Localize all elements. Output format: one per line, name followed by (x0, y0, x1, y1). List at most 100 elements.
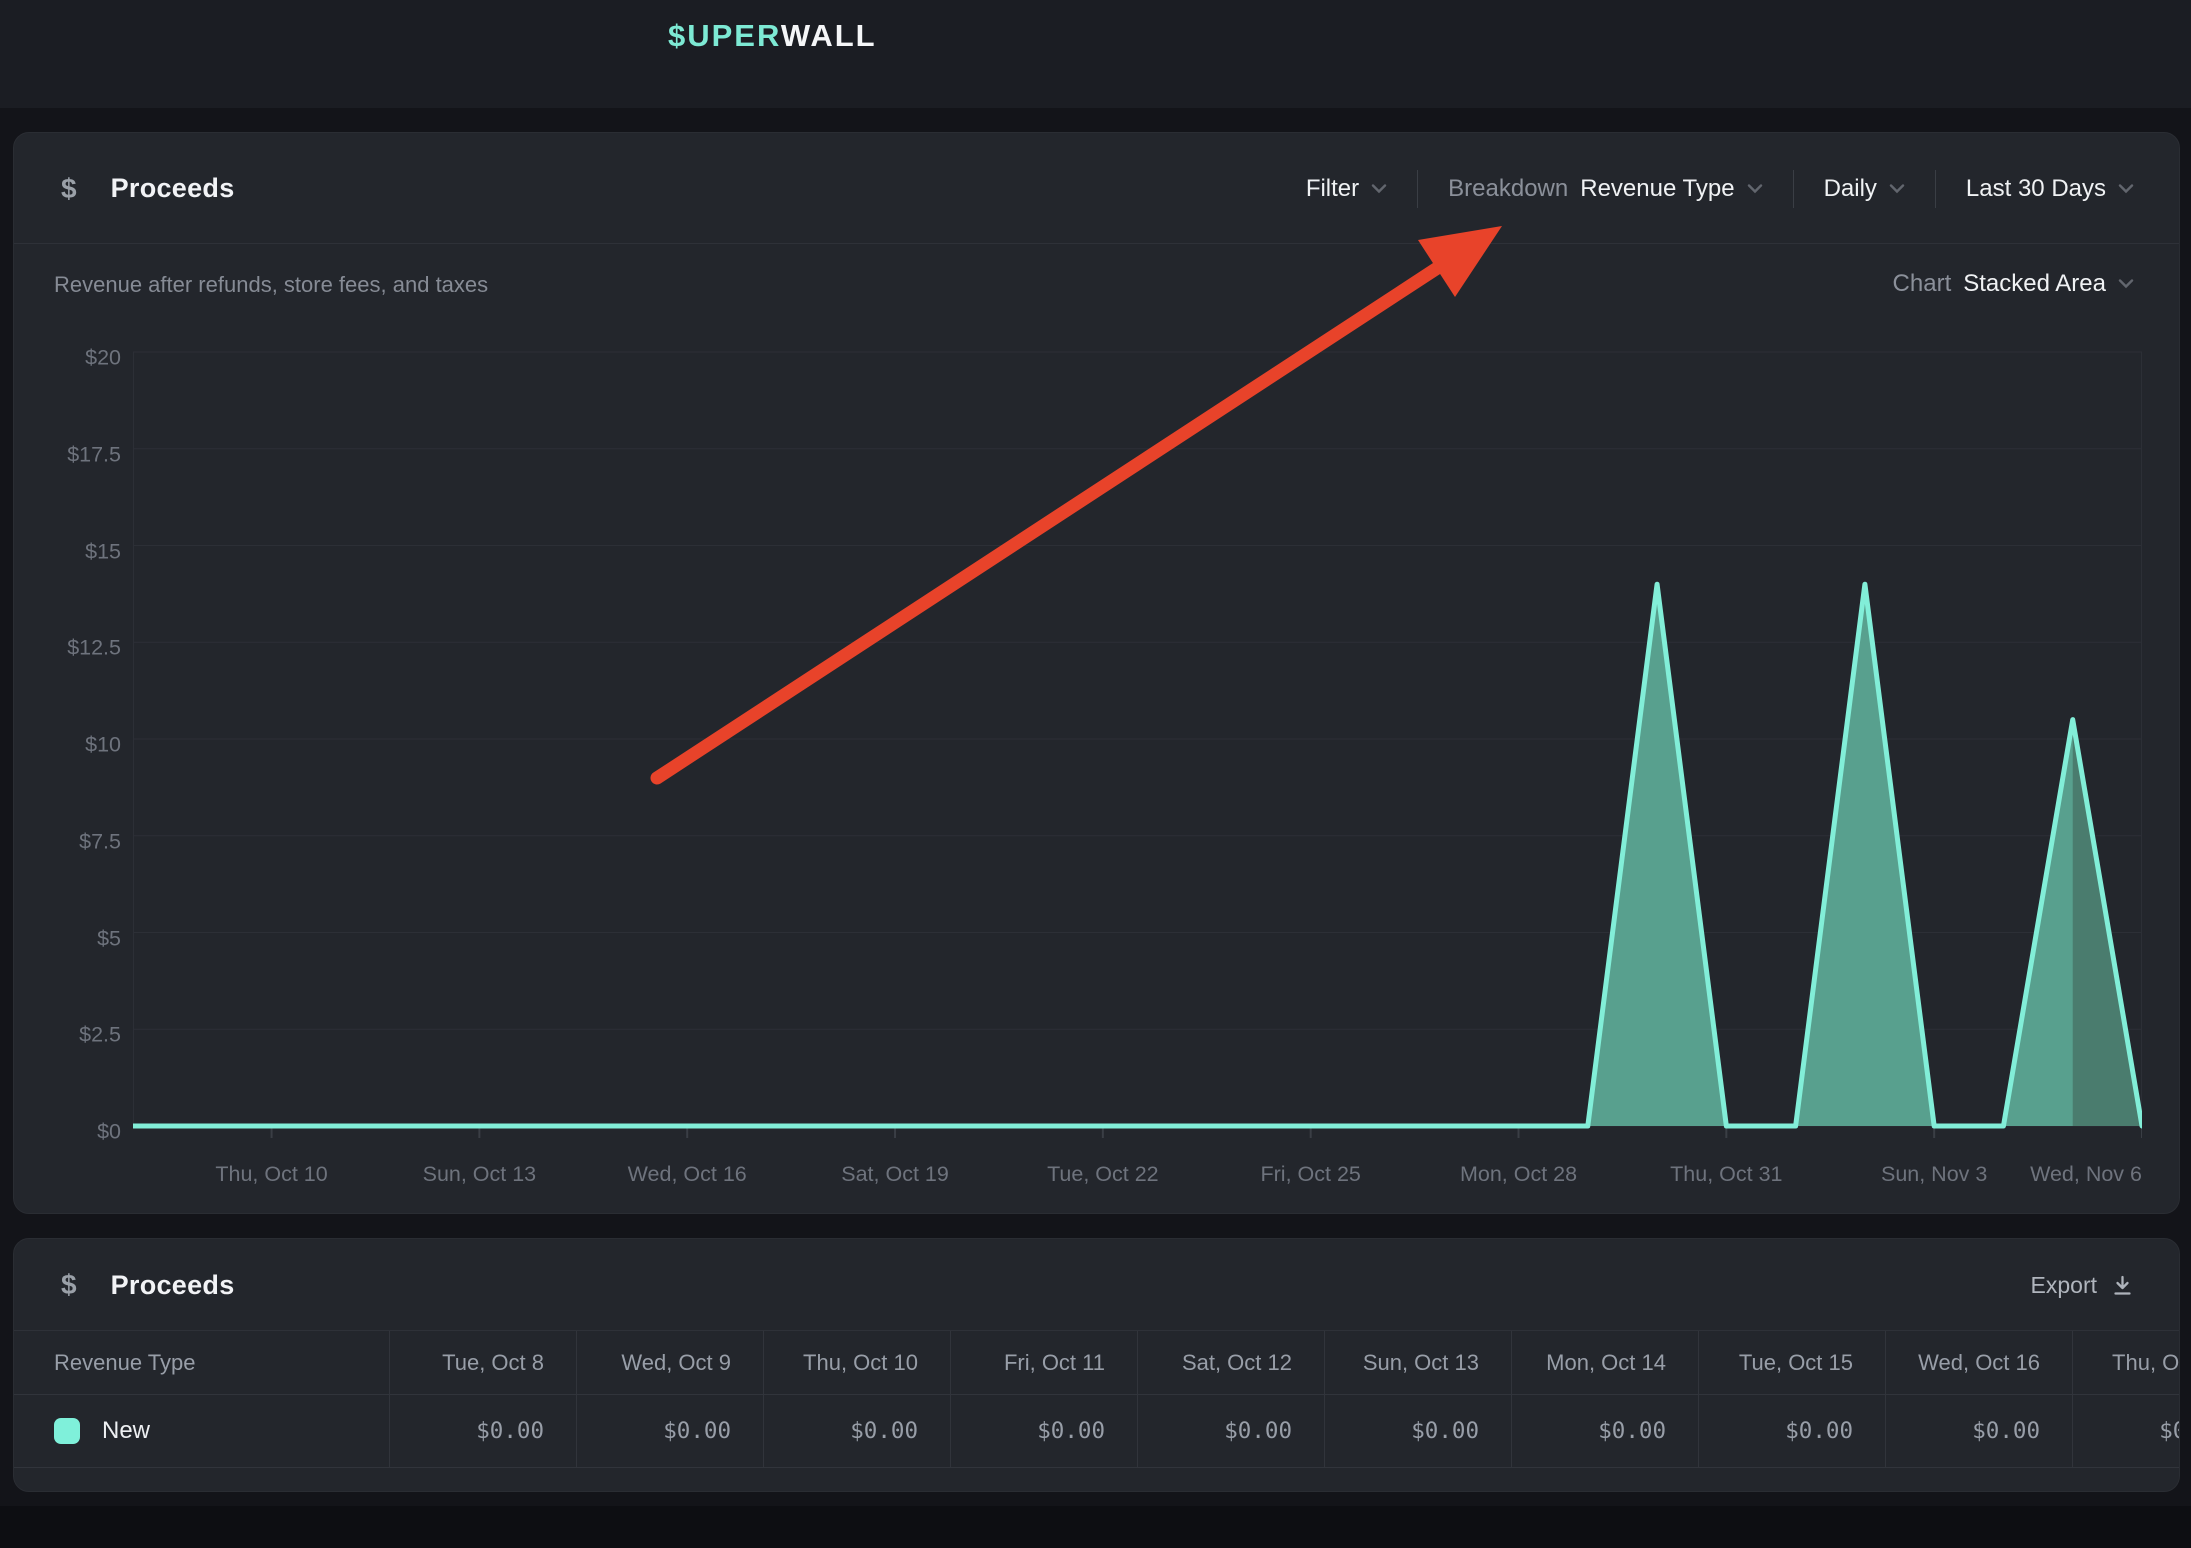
dollar-icon: $ (61, 1269, 77, 1301)
x-axis-label: Fri, Oct 25 (1261, 1162, 1361, 1187)
column-header: Mon, Oct 14 (1546, 1350, 1666, 1376)
column-header: Wed, Oct 9 (621, 1350, 731, 1376)
proceeds-table-card: $ Proceeds Export Revenue Type Tue, Oct 8… (13, 1238, 2180, 1492)
chevron-down-icon (2118, 279, 2134, 289)
table-value-cell: $0.00 (576, 1395, 763, 1467)
chevron-down-icon (1889, 184, 1905, 194)
cell-value: $0.00 (1411, 1418, 1479, 1444)
table-value-cell: $0.00 (2072, 1395, 2180, 1467)
cell-value: $0.00 (1785, 1418, 1853, 1444)
chart-type-label: Chart (1893, 270, 1952, 298)
chart-type-value: Stacked Area (1963, 270, 2106, 298)
logo-prefix: $UPER (668, 18, 781, 53)
chart-subheader: Revenue after refunds, store fees, and t… (14, 244, 2179, 314)
y-axis-label: $15 (14, 539, 121, 564)
y-axis-labels: $0$2.5$5$7.5$10$12.5$15$17.5$20 (14, 346, 121, 1146)
table-header-cell: Mon, Oct 14 (1511, 1331, 1698, 1394)
x-axis-label: Sat, Oct 19 (841, 1162, 949, 1187)
column-header: Sun, Oct 13 (1363, 1350, 1479, 1376)
table-header-row: Revenue Type Tue, Oct 8 Wed, Oct 9 Thu, Oct… (14, 1331, 2180, 1395)
cell-value: $0.00 (1224, 1418, 1292, 1444)
column-header: Sat, Oct 12 (1182, 1350, 1292, 1376)
table-row[interactable]: New $0.00 $0.00 $0.00 $0.00 $0.00 $0.00 $0.00 $0… (14, 1395, 2180, 1468)
logo-suffix: WALL (781, 18, 877, 53)
breakdown-dropdown[interactable]: Breakdown Revenue Type (1448, 175, 1762, 203)
x-axis-label: Wed, Oct 16 (628, 1162, 747, 1187)
cell-value: $0.00 (850, 1418, 918, 1444)
column-header: Thu, Oct 10 (803, 1350, 918, 1376)
column-header: Tue, Oct 15 (1739, 1350, 1853, 1376)
table-value-cell: $0.00 (1137, 1395, 1324, 1467)
filter-label: Filter (1306, 175, 1359, 203)
chart-plot-svg (133, 346, 2142, 1146)
table-header-cell: Fri, Oct 11 (950, 1331, 1137, 1394)
chart-card-title: Proceeds (111, 173, 235, 204)
x-axis-label: Tue, Oct 22 (1047, 1162, 1159, 1187)
table-header-cell: Wed, Oct 16 (1885, 1331, 2072, 1394)
table-header-cell: Thu, Oct 10 (763, 1331, 950, 1394)
date-range-dropdown[interactable]: Last 30 Days (1966, 175, 2134, 203)
breakdown-label: Breakdown (1448, 175, 1568, 203)
series-label: New (102, 1417, 150, 1445)
controls-divider (1417, 170, 1418, 208)
proceeds-chart-card: $ Proceeds Filter Breakdown Revenue Type… (13, 132, 2180, 1214)
top-bar: $UPERWALL (0, 0, 2191, 108)
table-value-cell: $0.00 (389, 1395, 576, 1467)
x-axis-label: Wed, Nov 6 (2030, 1162, 2142, 1187)
x-axis-label: Mon, Oct 28 (1460, 1162, 1577, 1187)
y-axis-label: $2.5 (14, 1023, 121, 1048)
y-axis-label: $5 (14, 926, 121, 951)
stacked-area-chart[interactable] (133, 346, 2142, 1146)
y-axis-label: $7.5 (14, 829, 121, 854)
cell-value: $0.00 (2159, 1418, 2180, 1444)
column-header: Fri, Oct 11 (1004, 1350, 1105, 1376)
cell-value: $0.00 (1972, 1418, 2040, 1444)
date-range-value: Last 30 Days (1966, 175, 2106, 203)
table-value-cell: $0.00 (1511, 1395, 1698, 1467)
bottom-strip (0, 1506, 2191, 1548)
x-axis-labels: Thu, Oct 10 Sun, Oct 13 Wed, Oct 16 Sat, Oc… (133, 1148, 2142, 1188)
table-header-cell: Sat, Oct 12 (1137, 1331, 1324, 1394)
superwall-logo: $UPERWALL (668, 18, 877, 54)
interval-value: Daily (1824, 175, 1877, 203)
x-axis-label: Thu, Oct 31 (1670, 1162, 1782, 1187)
column-header: Wed, Oct 16 (1918, 1350, 2040, 1376)
cell-value: $0.00 (663, 1418, 731, 1444)
series-swatch (54, 1418, 80, 1444)
filter-dropdown[interactable]: Filter (1306, 175, 1387, 203)
table-card-header: $ Proceeds Export (14, 1239, 2179, 1331)
cell-value: $0.00 (1037, 1418, 1105, 1444)
table-value-cell: $0.00 (1885, 1395, 2072, 1467)
table-value-cell: $0.00 (950, 1395, 1137, 1467)
table-header-cell: Tue, Oct 8 (389, 1331, 576, 1394)
proceeds-table: Revenue Type Tue, Oct 8 Wed, Oct 9 Thu, Oct… (14, 1331, 2180, 1468)
dollar-icon: $ (61, 173, 77, 205)
column-header: Tue, Oct 8 (442, 1350, 544, 1376)
cell-value: $0.00 (476, 1418, 544, 1444)
download-icon (2111, 1274, 2134, 1297)
table-header-cell: Wed, Oct 9 (576, 1331, 763, 1394)
y-axis-label: $17.5 (14, 442, 121, 467)
table-header-cell: Tue, Oct 15 (1698, 1331, 1885, 1394)
column-header: Revenue Type (54, 1350, 195, 1376)
revenue-type-cell: New (14, 1395, 389, 1467)
breakdown-value: Revenue Type (1580, 175, 1734, 203)
chart-type-dropdown[interactable]: Chart Stacked Area (1893, 270, 2134, 298)
table-value-cell: $0.00 (1698, 1395, 1885, 1467)
controls-divider (1793, 170, 1794, 208)
x-axis-label: Sun, Oct 13 (423, 1162, 537, 1187)
area-fill (133, 584, 2142, 1126)
interval-dropdown[interactable]: Daily (1824, 175, 1905, 203)
y-axis-label: $10 (14, 733, 121, 758)
chevron-down-icon (2118, 184, 2134, 194)
table-value-cell: $0.00 (763, 1395, 950, 1467)
table-header-cell: Revenue Type (14, 1331, 389, 1394)
table-card-title: Proceeds (111, 1270, 235, 1301)
y-axis-label: $12.5 (14, 636, 121, 661)
cell-value: $0.00 (1598, 1418, 1666, 1444)
export-button[interactable]: Export (2031, 1239, 2134, 1331)
y-axis-label: $20 (14, 346, 121, 371)
chevron-down-icon (1747, 184, 1763, 194)
chart-card-header: $ Proceeds Filter Breakdown Revenue Type… (14, 133, 2179, 244)
x-axis-label: Thu, Oct 10 (215, 1162, 327, 1187)
